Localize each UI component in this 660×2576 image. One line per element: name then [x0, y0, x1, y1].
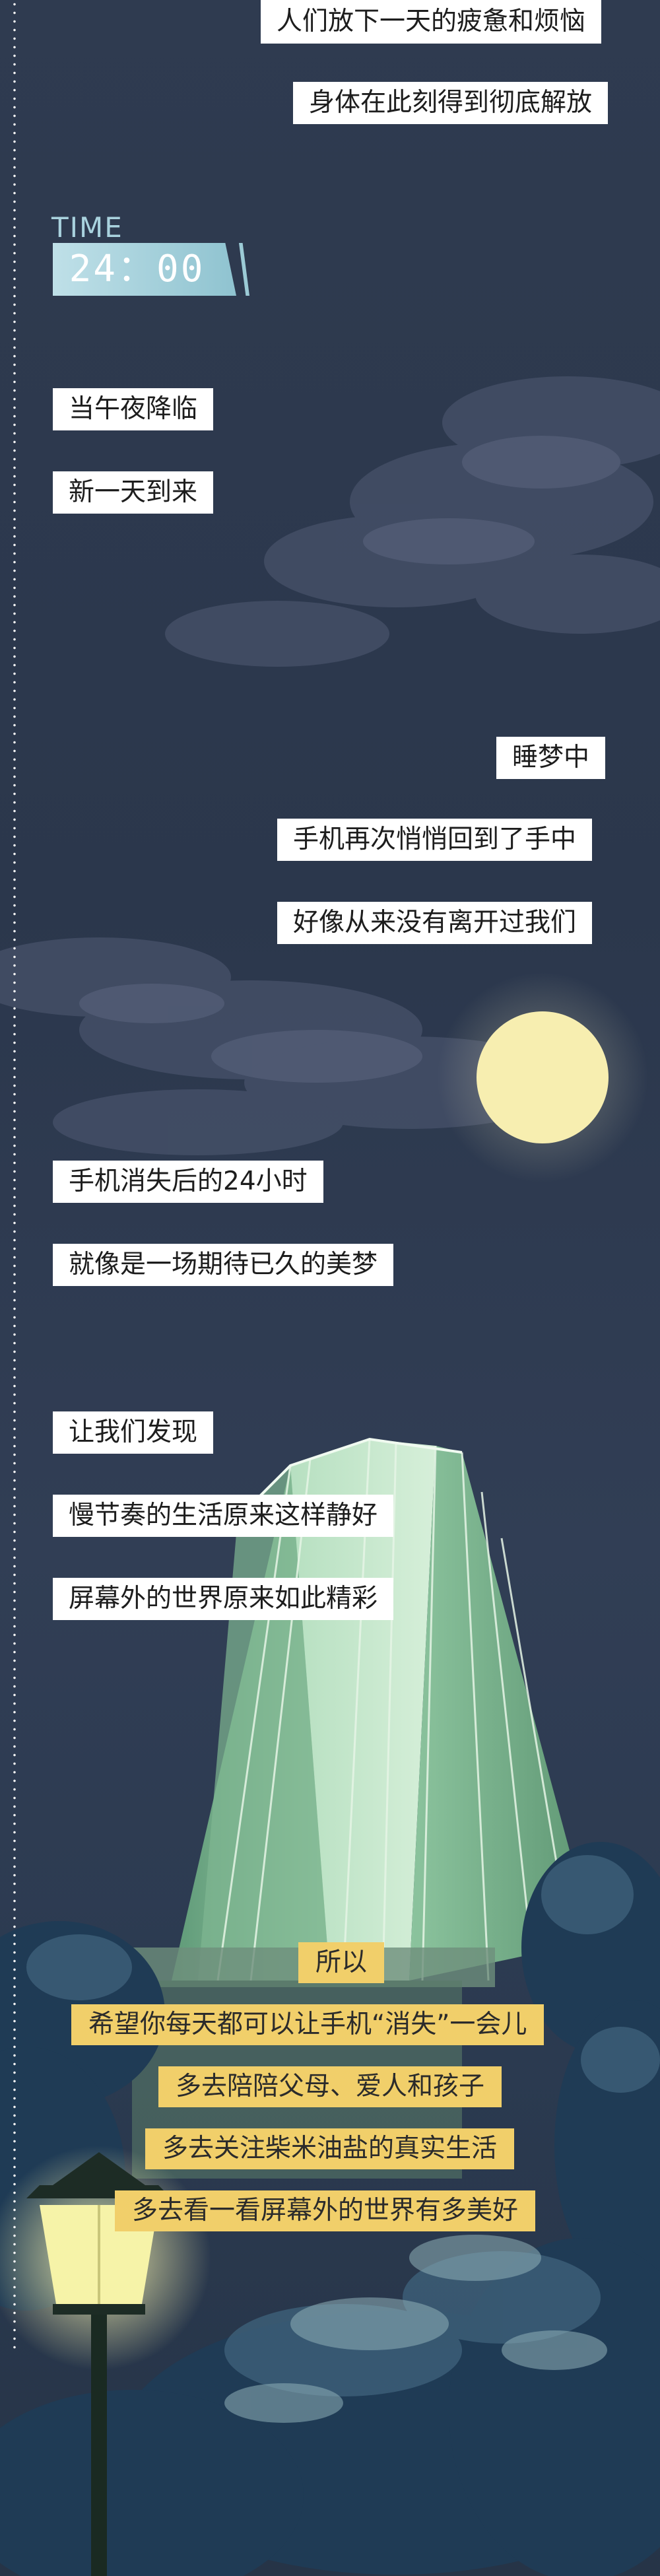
caption-slow-life: 慢节奏的生活原来这样静好: [53, 1495, 394, 1537]
closing-world: 多去看一看屏幕外的世界有多美好: [115, 2190, 536, 2231]
caption-midnight: 当午夜降临: [53, 388, 214, 430]
caption-tired: 人们放下一天的疲惫和烦恼: [261, 0, 602, 44]
moon: [477, 1011, 609, 1143]
caption-discover: 让我们发现: [53, 1411, 214, 1454]
time-value: 24：00: [69, 248, 205, 290]
dotted-timeline: [13, 0, 16, 2350]
night-scene-illustration: [0, 376, 660, 2576]
caption-new-day: 新一天到来: [53, 471, 214, 514]
caption-never-left: 好像从来没有离开过我们: [277, 902, 593, 944]
poster-canvas: TIME 24：00 人们放下一天的疲惫和烦恼 身体在此刻得到彻底解放 当午夜降…: [0, 0, 660, 2576]
caption-phone-back: 手机再次悄悄回到了手中: [277, 819, 593, 861]
caption-release: 身体在此刻得到彻底解放: [293, 82, 609, 124]
caption-24-hours: 手机消失后的24小时: [53, 1161, 323, 1203]
closing-so: 所以: [298, 1942, 385, 1983]
time-label: TIME: [51, 211, 123, 244]
closing-real-life: 多去关注柴米油盐的真实生活: [145, 2128, 515, 2169]
caption-outside-world: 屏幕外的世界原来如此精彩: [53, 1578, 394, 1620]
closing-family: 多去陪陪父母、爱人和孩子: [158, 2066, 502, 2107]
caption-dreaming: 睡梦中: [496, 737, 606, 779]
closing-hope: 希望你每天都可以让手机“消失”一会儿: [71, 2004, 544, 2045]
caption-dream: 就像是一场期待已久的美梦: [53, 1244, 394, 1286]
